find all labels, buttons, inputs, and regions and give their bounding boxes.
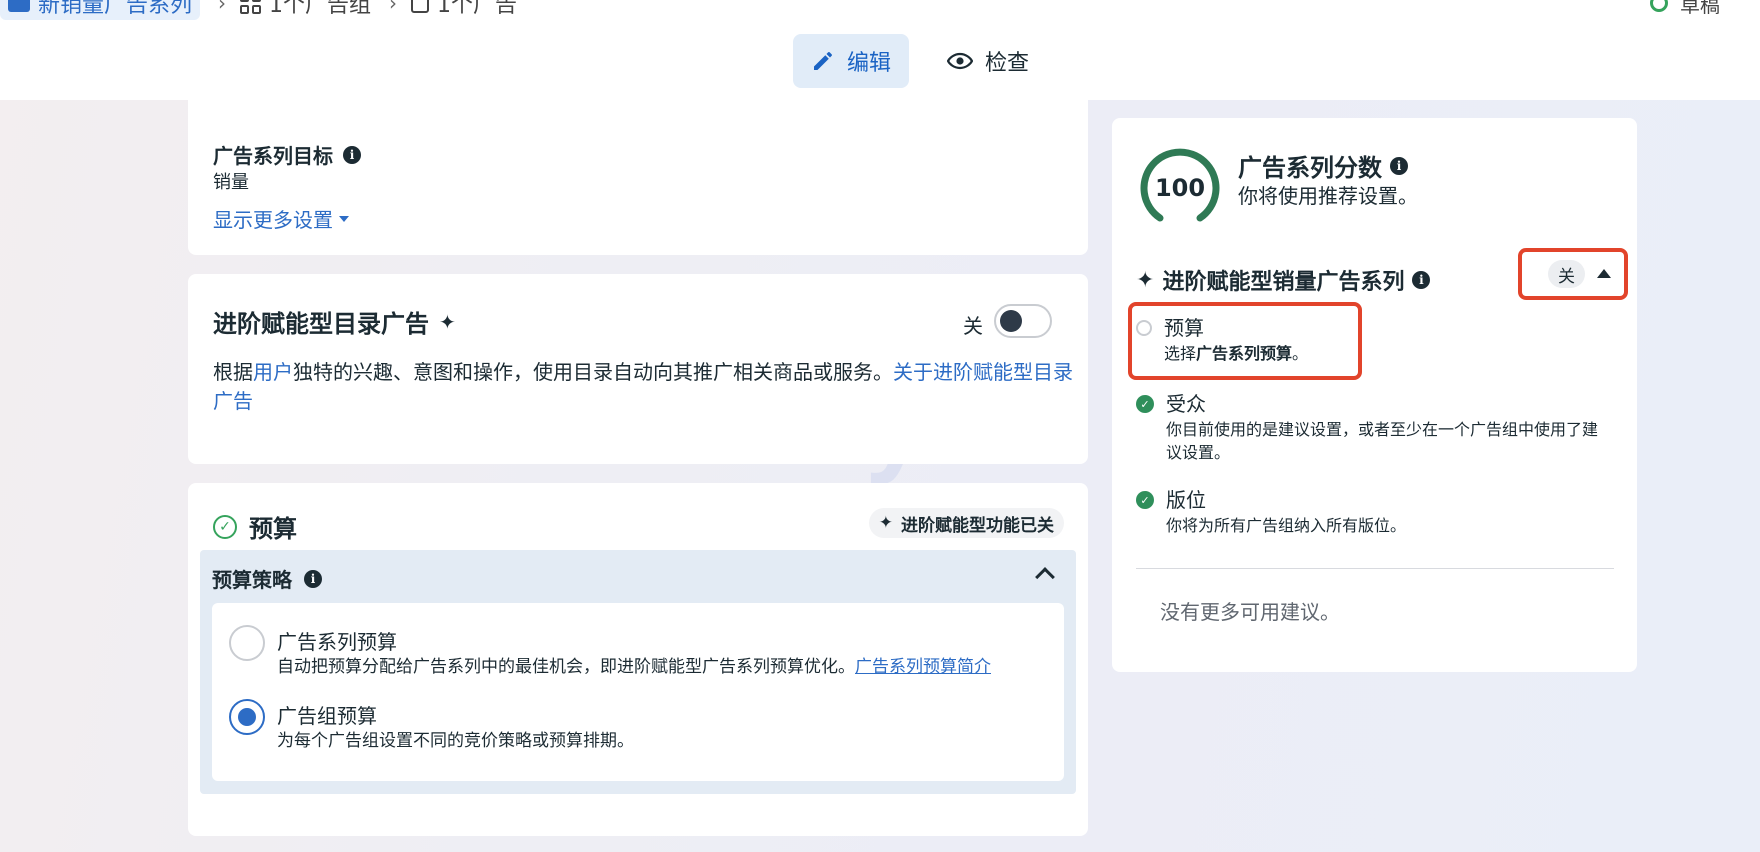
- objective-label-text: 广告系列目标: [213, 144, 333, 168]
- chevron-right-icon: ›: [218, 0, 227, 15]
- objective-card: 广告系列目标 i 销量 显示更多设置: [188, 100, 1088, 255]
- adset-budget-desc: 为每个广告组设置不同的竞价策略或预算排期。: [277, 731, 634, 751]
- adset-grid-icon: [240, 0, 262, 14]
- budget-strategy-title-text: 预算策略: [212, 568, 292, 592]
- check-circle-icon: ✓: [1136, 395, 1154, 413]
- tab-edit[interactable]: 编辑: [793, 34, 910, 88]
- breadcrumb: 新销量广告系列 › 1个广告组 › 1个广告: [0, 0, 517, 20]
- breadcrumb-campaign[interactable]: 新销量广告系列: [0, 0, 201, 20]
- show-more-settings-label: 显示更多设置: [213, 208, 333, 232]
- breadcrumb-ad-label: 1个广告: [437, 0, 518, 18]
- advantage-catalog-description: 根据用户独特的兴趣、意图和操作，使用目录自动向其推广相关商品或服务。关于进阶赋能…: [213, 358, 1073, 416]
- advantage-catalog-title: 进阶赋能型目录广告 ✦: [213, 304, 456, 339]
- budget-header: ✓ 预算: [213, 509, 297, 544]
- top-bar: 新销量广告系列 › 1个广告组 › 1个广告 草稿 编辑 检查: [0, 0, 1760, 100]
- breadcrumb-campaign-label: 新销量广告系列: [38, 0, 193, 18]
- campaign-icon: [8, 0, 30, 12]
- catalog-desc-part: 独特的兴趣、意图和操作，使用目录自动向其推广相关商品或服务。: [293, 360, 893, 384]
- score-subtitle: 你将使用推荐设置。: [1238, 184, 1418, 208]
- catalog-desc-part: 根据: [213, 360, 253, 384]
- pencil-icon: [814, 52, 832, 70]
- campaign-budget-title: 广告系列预算: [277, 630, 397, 654]
- adset-budget-option[interactable]: 广告组预算 为每个广告组设置不同的竞价策略或预算排期。: [229, 699, 634, 753]
- suggestion-title: 受众: [1166, 392, 1206, 416]
- info-icon[interactable]: i: [304, 569, 322, 588]
- tab-edit-label: 编辑: [847, 51, 892, 76]
- tab-review-label: 检查: [985, 51, 1030, 76]
- advantage-catalog-card: 进阶赋能型目录广告 ✦ 关 根据用户独特的兴趣、意图和操作，使用目录自动向其推广…: [188, 274, 1088, 464]
- check-circle-icon: ✓: [213, 514, 237, 539]
- objective-value: 销量: [213, 172, 249, 193]
- score-title-text: 广告系列分数: [1238, 154, 1382, 182]
- adset-budget-title: 广告组预算: [277, 704, 377, 728]
- toggle-knob: [1000, 310, 1022, 332]
- info-icon[interactable]: i: [1412, 271, 1431, 289]
- draft-status-label: 草稿: [1680, 0, 1720, 17]
- toggle-state-label: 关: [963, 314, 983, 338]
- campaign-budget-desc-text: 自动把预算分配给广告系列中的最佳机会，即进阶赋能型广告系列预算优化。: [277, 657, 855, 677]
- breadcrumb-ad[interactable]: 1个广告: [411, 0, 517, 19]
- adset-budget-radio[interactable]: [229, 699, 265, 735]
- highlight-box: [1128, 302, 1362, 380]
- caret-down-icon: [339, 215, 349, 222]
- advantage-off-chip-label: 进阶赋能型功能已关: [901, 515, 1054, 536]
- suggestion-audience[interactable]: ✓ 受众 你目前使用的是建议设置，或者至少在一个广告组中使用了建议设置。: [1136, 390, 1606, 464]
- suggestion-desc: 你将为所有广告组纳入所有版位。: [1166, 516, 1407, 535]
- chevron-right-icon: ›: [389, 0, 398, 15]
- check-circle-icon: ✓: [1136, 491, 1154, 509]
- eye-icon: [947, 52, 974, 70]
- budget-title: 预算: [249, 515, 297, 543]
- advantage-sales-title: ✦ 进阶赋能型销量广告系列 i: [1136, 264, 1431, 296]
- objective-label: 广告系列目标 i: [213, 140, 361, 169]
- mode-tabs: 编辑 检查: [793, 34, 1047, 88]
- campaign-budget-option[interactable]: 广告系列预算 自动把预算分配给广告系列中的最佳机会，即进阶赋能型广告系列预算优化…: [229, 625, 991, 679]
- advantage-off-chip[interactable]: ✦ 进阶赋能型功能已关: [868, 508, 1064, 538]
- sparkle-icon: ✦: [878, 513, 893, 533]
- campaign-budget-desc: 自动把预算分配给广告系列中的最佳机会，即进阶赋能型广告系列预算优化。广告系列预算…: [277, 655, 991, 679]
- show-more-settings-link[interactable]: 显示更多设置: [213, 204, 349, 233]
- sparkle-icon: ✦: [439, 309, 456, 334]
- suggestion-desc: 你目前使用的是建议设置，或者至少在一个广告组中使用了建议设置。: [1166, 420, 1599, 462]
- budget-options: 广告系列预算 自动把预算分配给广告系列中的最佳机会，即进阶赋能型广告系列预算优化…: [212, 603, 1064, 781]
- budget-strategy-title: 预算策略 i: [212, 564, 322, 593]
- campaign-score-card: 100 广告系列分数 i 你将使用推荐设置。 ✦ 进阶赋能型销量广告系列 i 关…: [1112, 118, 1637, 672]
- breadcrumb-adset-label: 1个广告组: [269, 0, 372, 18]
- budget-strategy-section: 预算策略 i 广告系列预算 自动把预算分配给广告系列中的最佳机会，即进阶赋能型广…: [200, 550, 1076, 794]
- suggestion-title: 版位: [1166, 488, 1206, 512]
- draft-status: 草稿: [1650, 0, 1720, 20]
- no-more-suggestions: 没有更多可用建议。: [1160, 600, 1340, 624]
- divider: [1136, 568, 1614, 569]
- advantage-catalog-title-text: 进阶赋能型目录广告: [213, 310, 429, 338]
- info-icon[interactable]: i: [1390, 156, 1408, 175]
- chevron-up-icon[interactable]: [1035, 567, 1055, 587]
- tab-review[interactable]: 检查: [929, 34, 1047, 88]
- budget-card: ✓ 预算 ✦ 进阶赋能型功能已关 预算策略 i 广告系列预算 自动把预算分配给广…: [188, 483, 1088, 836]
- highlight-box: [1518, 248, 1628, 300]
- user-link[interactable]: 用户: [253, 360, 293, 384]
- info-icon[interactable]: i: [343, 145, 361, 164]
- score-value: 100: [1154, 174, 1206, 202]
- ad-page-icon: [411, 0, 430, 13]
- sparkle-icon: ✦: [1136, 267, 1155, 293]
- draft-status-icon: [1650, 0, 1668, 12]
- campaign-budget-intro-link[interactable]: 广告系列预算简介: [855, 657, 991, 677]
- suggestion-placements[interactable]: ✓ 版位 你将为所有广告组纳入所有版位。: [1136, 486, 1606, 537]
- score-title: 广告系列分数 i: [1238, 148, 1408, 183]
- advantage-sales-title-text: 进阶赋能型销量广告系列: [1162, 270, 1405, 295]
- breadcrumb-adset[interactable]: 1个广告组: [240, 0, 371, 19]
- advantage-catalog-toggle[interactable]: [994, 304, 1052, 338]
- campaign-budget-radio[interactable]: [229, 625, 265, 661]
